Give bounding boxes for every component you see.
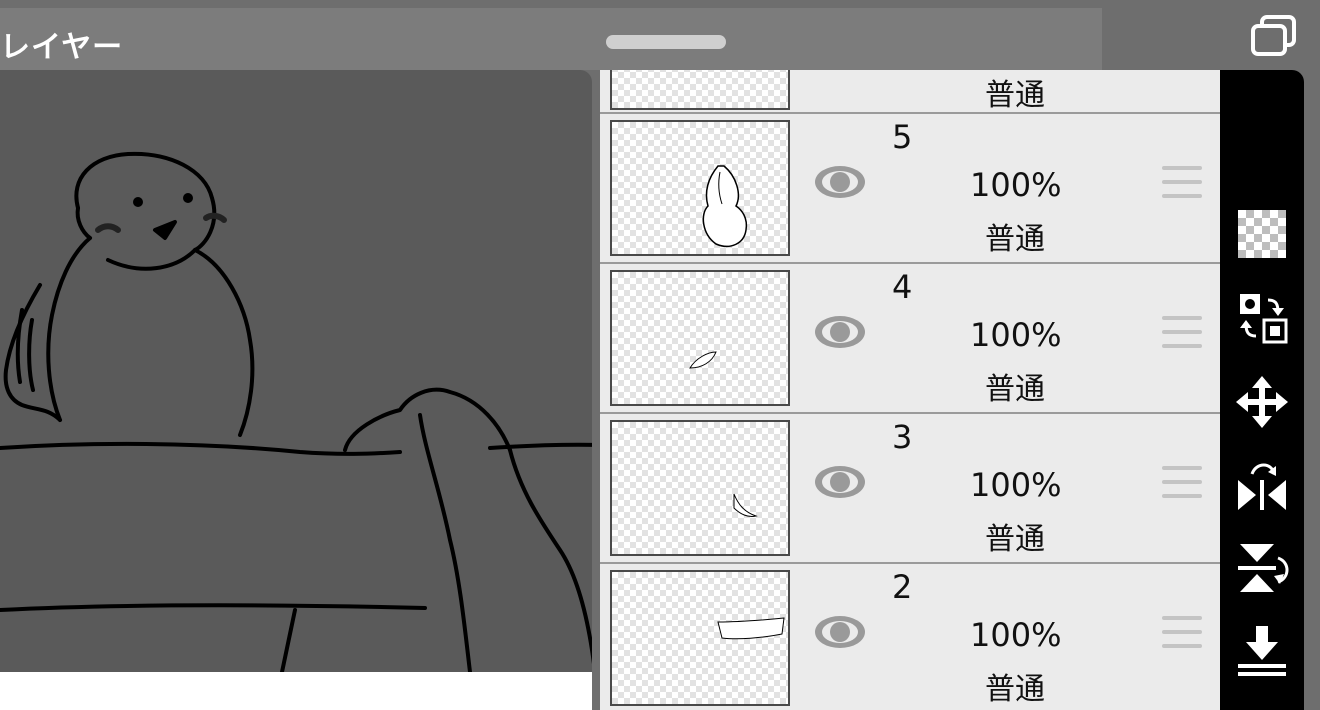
panel-title: レイヤー: [0, 30, 124, 65]
layer-thumbnail-content: [717, 617, 785, 640]
layer-blend-mode[interactable]: 普通: [985, 514, 1045, 558]
layer-thumbnail: [610, 420, 790, 556]
layer-opacity[interactable]: 100%: [970, 616, 1070, 654]
flip-horizontal-icon: [1238, 463, 1286, 510]
drag-grip-icon[interactable]: [1162, 316, 1202, 350]
canvas-preview[interactable]: [0, 70, 592, 672]
eye-icon: [815, 316, 865, 348]
drag-handle[interactable]: [606, 35, 726, 49]
layer-list[interactable]: 普通 5 100% 普通 4 100% 普通 3 100% 普通 2 100% …: [600, 70, 1220, 710]
layer-opacity[interactable]: 100%: [970, 316, 1070, 354]
visibility-toggle[interactable]: [812, 612, 868, 652]
visibility-toggle[interactable]: [812, 312, 868, 352]
window-restore-icon: [1251, 15, 1296, 56]
eye-icon: [815, 616, 865, 648]
flip-horizontal-button[interactable]: [1234, 456, 1290, 512]
layer-thumbnail-content: [702, 165, 748, 248]
transparency-lock-button[interactable]: [1234, 206, 1290, 262]
drag-grip-icon[interactable]: [1162, 466, 1202, 500]
layer-thumbnail: [610, 270, 790, 406]
layer-opacity[interactable]: 100%: [970, 466, 1070, 504]
layer-name: 2: [892, 568, 913, 606]
swap-layers-icon: [1240, 294, 1288, 344]
flip-vertical-icon: [1238, 544, 1289, 592]
eye-icon: [815, 466, 865, 498]
drag-grip-icon[interactable]: [1162, 166, 1202, 200]
layer-row-partial[interactable]: 普通: [600, 70, 1220, 114]
transparency-icon: [1238, 210, 1286, 258]
layer-name: 4: [892, 268, 913, 306]
layer-thumbnail: [610, 70, 790, 110]
layer-thumbnail: [610, 570, 790, 706]
visibility-toggle[interactable]: [812, 162, 868, 202]
flip-vertical-button[interactable]: [1234, 540, 1290, 596]
layer-thumbnail-content: [689, 351, 717, 369]
move-layer-button[interactable]: [1234, 374, 1290, 430]
window-toggle-button[interactable]: [1248, 14, 1298, 58]
side-strip: [1304, 70, 1320, 710]
canvas-footer: [0, 672, 592, 710]
layer-thumbnail-content: [733, 493, 758, 517]
drag-grip-icon[interactable]: [1162, 616, 1202, 650]
layer-row[interactable]: 5 100% 普通: [600, 114, 1220, 264]
layer-name: 3: [892, 418, 913, 456]
layer-row[interactable]: 3 100% 普通: [600, 414, 1220, 564]
sketch-drawing: [0, 151, 592, 672]
layer-toolbar: [1220, 70, 1304, 710]
layer-opacity[interactable]: 100%: [970, 166, 1070, 204]
layer-blend-mode[interactable]: 普通: [985, 70, 1045, 114]
layer-blend-mode[interactable]: 普通: [985, 664, 1045, 708]
visibility-toggle[interactable]: [812, 462, 868, 502]
merge-down-button[interactable]: [1234, 622, 1290, 678]
layer-name: 5: [892, 118, 913, 156]
merge-down-icon: [1238, 626, 1286, 676]
swap-layers-button[interactable]: [1234, 290, 1290, 346]
panel-header: レイヤー: [0, 8, 1102, 70]
layer-blend-mode[interactable]: 普通: [985, 364, 1045, 408]
move-icon: [1236, 376, 1288, 428]
layer-row[interactable]: 4 100% 普通: [600, 264, 1220, 414]
layer-thumbnail: [610, 120, 790, 256]
layer-row[interactable]: 2 100% 普通: [600, 564, 1220, 710]
eye-icon: [815, 166, 865, 198]
layer-panel-app: レイヤー 普通 5 100% 普通 4 100% 普通 3 100% 普通 2 …: [0, 0, 1320, 710]
layer-blend-mode[interactable]: 普通: [985, 214, 1045, 258]
